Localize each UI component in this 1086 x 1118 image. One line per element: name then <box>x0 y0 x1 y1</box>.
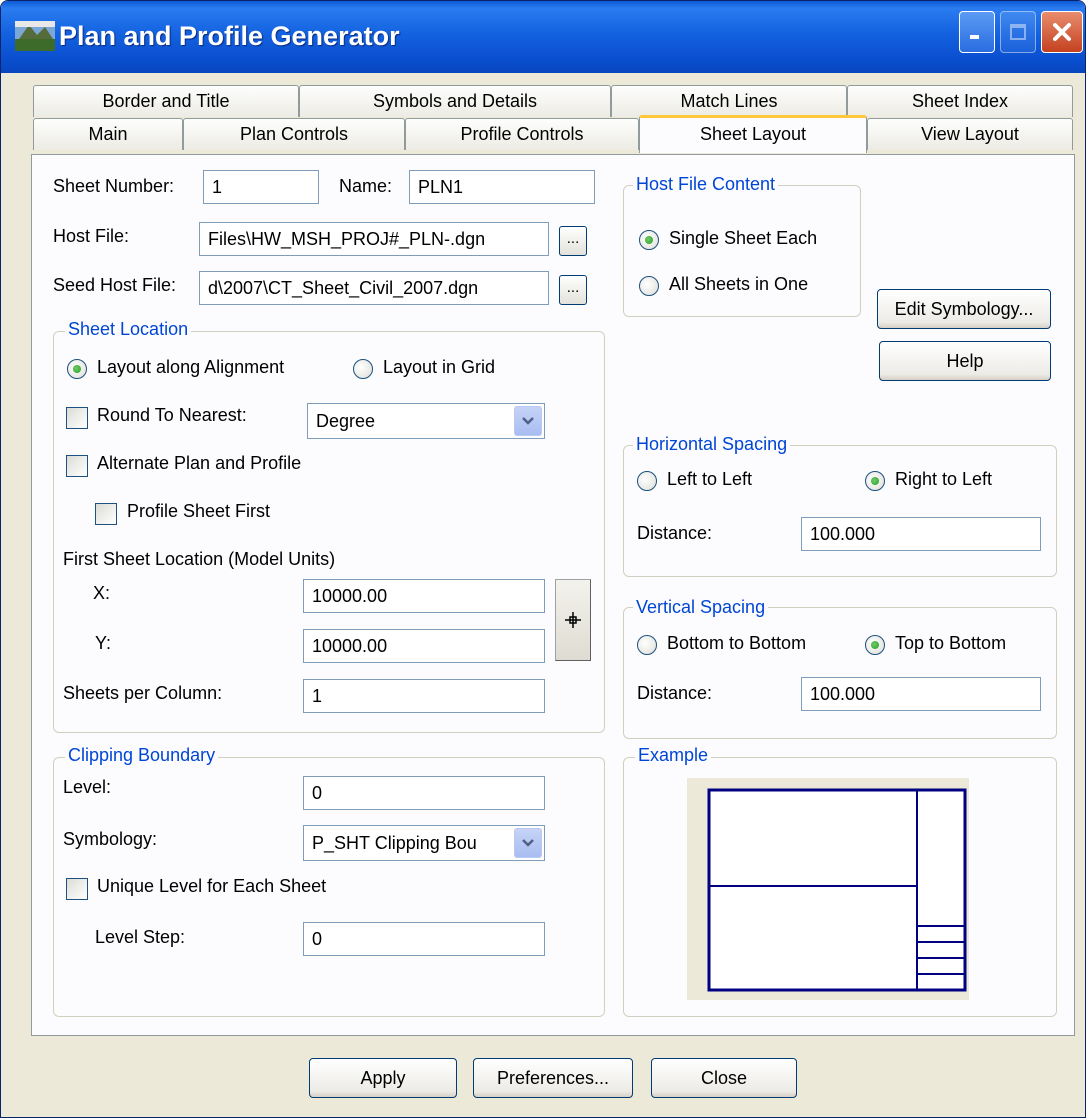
preferences-button[interactable]: Preferences... <box>473 1058 633 1098</box>
bottom-to-bottom-radio[interactable] <box>637 635 657 655</box>
symbology-label: Symbology: <box>63 829 158 849</box>
host-file-label: Host File: <box>53 226 130 246</box>
example-preview <box>687 778 969 1000</box>
sheet-layout-diagram <box>707 788 967 992</box>
vertical-distance-field[interactable]: 100.000 <box>801 677 1041 711</box>
left-to-left-label[interactable]: Left to Left <box>667 469 752 490</box>
seed-host-file-label: Seed Host File: <box>53 275 177 295</box>
unique-level-label[interactable]: Unique Level for Each Sheet <box>97 876 326 897</box>
top-to-bottom-label[interactable]: Top to Bottom <box>895 633 1006 654</box>
top-to-bottom-radio[interactable] <box>865 635 885 655</box>
sheet-number-label: Sheet Number: <box>53 176 175 196</box>
apply-button[interactable]: Apply <box>309 1058 457 1098</box>
tab-border-and-title[interactable]: Border and Title <box>33 85 299 117</box>
round-to-nearest-value: Degree <box>316 411 376 431</box>
title-bar[interactable]: Plan and Profile Generator <box>1 1 1085 73</box>
host-file-content-group <box>623 185 861 317</box>
x-label: X: <box>93 583 111 603</box>
sheets-per-column-field[interactable]: 1 <box>303 679 545 713</box>
symbology-select[interactable]: P_SHT Clipping Bou <box>303 825 545 861</box>
layout-in-grid-label[interactable]: Layout in Grid <box>383 357 495 378</box>
first-sheet-location-label: First Sheet Location (Model Units) <box>63 549 336 569</box>
horizontal-distance-field[interactable]: 100.000 <box>801 517 1041 551</box>
help-button[interactable]: Help <box>879 341 1051 381</box>
close-icon <box>1053 23 1071 41</box>
tab-match-lines[interactable]: Match Lines <box>611 85 847 117</box>
host-file-field[interactable]: Files\HW_MSH_PROJ#_PLN-.dgn <box>199 222 549 256</box>
dropdown-arrow[interactable] <box>514 828 542 858</box>
level-field[interactable]: 0 <box>303 776 545 810</box>
dropdown-arrow[interactable] <box>514 406 542 436</box>
x-coordinate-field[interactable]: 10000.00 <box>303 579 545 613</box>
chevron-down-icon <box>522 839 534 847</box>
tab-view-layout[interactable]: View Layout <box>867 118 1073 150</box>
sheets-per-column-label: Sheets per Column: <box>63 683 223 703</box>
example-title: Example <box>635 745 712 766</box>
all-sheets-in-one-label[interactable]: All Sheets in One <box>669 274 808 295</box>
left-to-left-radio[interactable] <box>637 471 657 491</box>
sheet-location-title: Sheet Location <box>65 319 192 340</box>
single-sheet-each-label[interactable]: Single Sheet Each <box>669 228 817 249</box>
all-sheets-in-one-radio[interactable] <box>639 276 659 296</box>
sheet-name-field[interactable]: PLN1 <box>409 170 595 204</box>
tab-plan-controls[interactable]: Plan Controls <box>183 118 405 150</box>
tab-sheet-layout[interactable]: Sheet Layout <box>639 115 867 153</box>
sheet-location-group <box>53 331 605 733</box>
minimize-button[interactable] <box>959 11 995 53</box>
tab-symbols-and-details[interactable]: Symbols and Details <box>299 85 611 117</box>
chevron-down-icon <box>522 417 534 425</box>
symbology-value: P_SHT Clipping Bou <box>312 833 477 853</box>
y-coordinate-field[interactable]: 10000.00 <box>303 629 545 663</box>
layout-along-alignment-label[interactable]: Layout along Alignment <box>97 357 284 378</box>
close-window-button[interactable] <box>1041 11 1083 53</box>
tab-main[interactable]: Main <box>33 118 183 150</box>
unique-level-checkbox[interactable] <box>66 878 88 900</box>
single-sheet-each-radio[interactable] <box>639 230 659 250</box>
layout-along-alignment-radio[interactable] <box>67 359 87 379</box>
tab-profile-controls[interactable]: Profile Controls <box>405 118 639 150</box>
horizontal-spacing-title: Horizontal Spacing <box>633 434 791 455</box>
vertical-spacing-title: Vertical Spacing <box>633 597 769 618</box>
alternate-plan-profile-label[interactable]: Alternate Plan and Profile <box>97 453 301 474</box>
window-title: Plan and Profile Generator <box>59 21 400 51</box>
close-button[interactable]: Close <box>651 1058 797 1098</box>
seed-host-file-browse-button[interactable]: ... <box>559 275 587 305</box>
host-file-content-title: Host File Content <box>633 174 779 195</box>
vertical-spacing-group <box>623 607 1057 739</box>
round-to-nearest-label[interactable]: Round To Nearest: <box>97 405 247 426</box>
vertical-distance-label: Distance: <box>637 683 713 703</box>
crosshair-icon <box>565 612 581 628</box>
maximize-button[interactable] <box>1000 11 1036 53</box>
right-to-left-label[interactable]: Right to Left <box>895 469 992 490</box>
edit-symbology-button[interactable]: Edit Symbology... <box>877 289 1051 329</box>
plan-profile-generator-window: Plan and Profile Generator Border and Ti… <box>0 0 1086 1118</box>
round-to-nearest-checkbox[interactable] <box>66 407 88 429</box>
app-icon <box>15 21 55 51</box>
maximize-icon <box>1010 24 1026 40</box>
round-to-nearest-select[interactable]: Degree <box>307 403 545 439</box>
pick-location-button[interactable] <box>555 579 591 661</box>
level-label: Level: <box>63 777 112 797</box>
right-to-left-radio[interactable] <box>865 471 885 491</box>
profile-sheet-first-label[interactable]: Profile Sheet First <box>127 501 270 522</box>
level-step-label: Level Step: <box>95 927 186 947</box>
horizontal-distance-label: Distance: <box>637 523 713 543</box>
seed-host-file-field[interactable]: d\2007\CT_Sheet_Civil_2007.dgn <box>199 271 549 305</box>
host-file-browse-button[interactable]: ... <box>559 226 587 256</box>
bottom-to-bottom-label[interactable]: Bottom to Bottom <box>667 633 806 654</box>
minimize-icon <box>970 35 979 39</box>
profile-sheet-first-checkbox[interactable] <box>95 503 117 525</box>
y-label: Y: <box>95 633 112 653</box>
tab-sheet-index[interactable]: Sheet Index <box>847 85 1073 117</box>
layout-in-grid-radio[interactable] <box>353 359 373 379</box>
level-step-field[interactable]: 0 <box>303 922 545 956</box>
alternate-plan-profile-checkbox[interactable] <box>66 455 88 477</box>
clipping-boundary-title: Clipping Boundary <box>65 745 219 766</box>
sheet-number-field[interactable]: 1 <box>203 170 319 204</box>
horizontal-spacing-group <box>623 445 1057 577</box>
sheet-name-label: Name: <box>339 176 393 196</box>
